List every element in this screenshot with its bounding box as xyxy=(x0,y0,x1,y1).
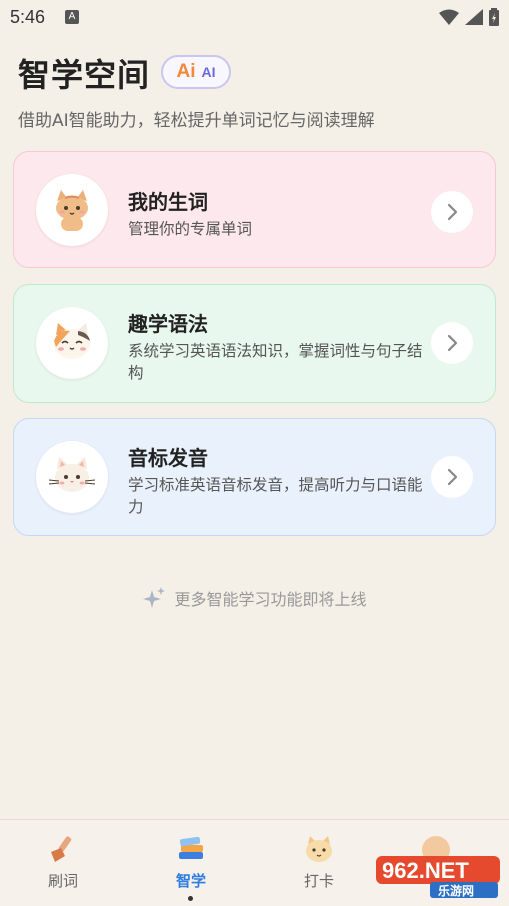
active-indicator xyxy=(188,896,193,901)
coming-soon-note: 更多智能学习功能即将上线 xyxy=(0,586,509,610)
card-title: 音标发音 xyxy=(128,446,208,470)
tab-smart-learn[interactable]: 智学 xyxy=(151,834,231,901)
sparkle-icon xyxy=(143,587,166,608)
ai-badge: Ai AI xyxy=(161,55,231,89)
card-description: 系统学习英语语法知识，掌握词性与句子结构 xyxy=(128,342,423,382)
nav-label: 智学 xyxy=(175,872,206,890)
white-cat-icon xyxy=(36,441,108,513)
notification-icon: A xyxy=(65,10,79,24)
watermark-logo: 962.NET 乐游网 xyxy=(370,834,502,900)
page-subtitle: 借助AI智能助力，轻松提升单词记忆与阅读理解 xyxy=(18,111,375,131)
tab-brush-words[interactable]: 刷词 xyxy=(23,834,103,891)
status-bar: 5:46 A xyxy=(0,0,509,34)
card-description: 学习标准英语音标发音，提高听力与口语能力 xyxy=(128,476,423,516)
calico-cat-icon xyxy=(36,307,108,379)
status-time: 5:46 xyxy=(10,7,46,27)
card-title: 我的生词 xyxy=(128,190,208,214)
wifi-icon xyxy=(439,9,459,25)
signal-icon xyxy=(465,9,483,25)
cat-check-icon xyxy=(306,836,332,862)
card-my-words[interactable]: 我的生词 管理你的专属单词 xyxy=(13,151,496,268)
tab-check-in[interactable]: 打卡 xyxy=(279,834,359,891)
ai-badge-label: AI xyxy=(201,64,216,80)
chevron-right-icon[interactable] xyxy=(431,191,473,233)
card-description: 管理你的专属单词 xyxy=(128,220,253,238)
broom-icon xyxy=(51,836,72,862)
card-fun-grammar[interactable]: 趣学语法 系统学习英语语法知识，掌握词性与句子结构 xyxy=(13,284,496,403)
ai-badge-logo: Ai xyxy=(176,61,196,82)
nav-label: 刷词 xyxy=(47,872,78,890)
chevron-right-icon[interactable] xyxy=(431,322,473,364)
nav-label: 打卡 xyxy=(303,872,334,890)
svg-text:962.NET: 962.NET xyxy=(382,858,469,883)
cat-icon xyxy=(36,174,108,246)
page-title: 智学空间 xyxy=(18,56,151,94)
svg-text:乐游网: 乐游网 xyxy=(438,883,474,898)
chevron-right-icon[interactable] xyxy=(431,456,473,498)
card-title: 趣学语法 xyxy=(128,312,208,336)
status-icons xyxy=(439,8,499,26)
books-icon xyxy=(179,836,203,859)
card-phonetics[interactable]: 音标发音 学习标准英语音标发音，提高听力与口语能力 xyxy=(13,418,496,536)
coming-soon-text: 更多智能学习功能即将上线 xyxy=(174,590,367,609)
battery-icon xyxy=(489,8,499,26)
